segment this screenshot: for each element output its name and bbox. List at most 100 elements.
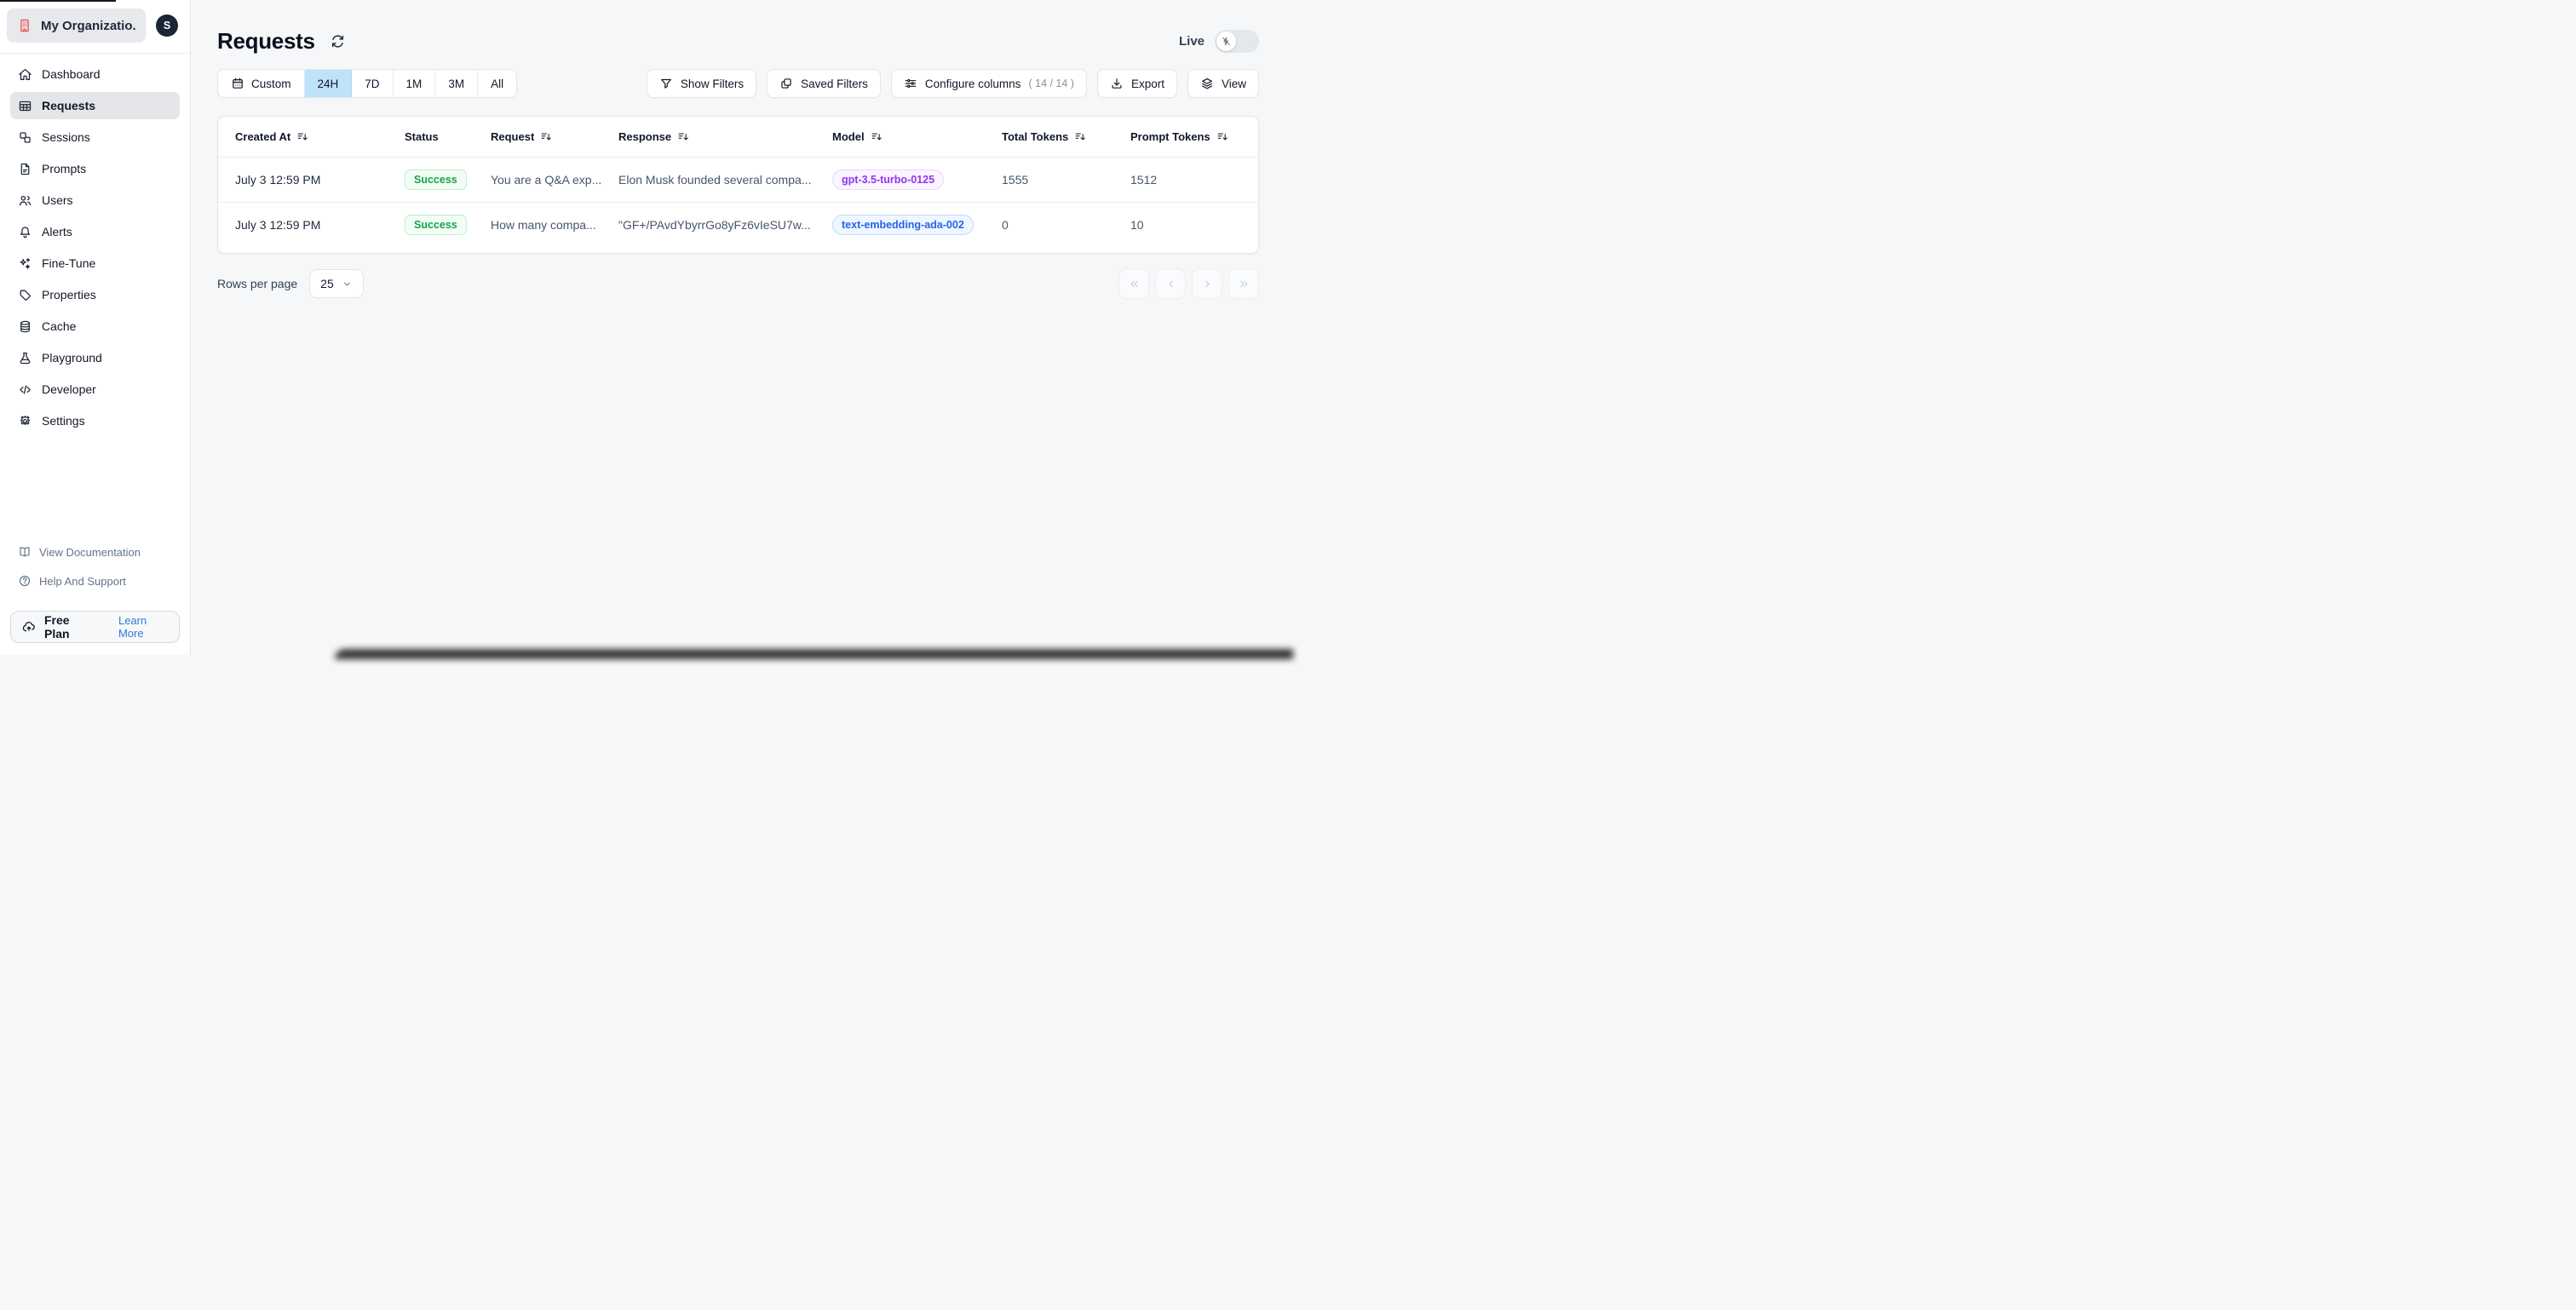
plan-card[interactable]: Free Plan Learn More [10, 611, 180, 643]
sidebar-item-prompts[interactable]: Prompts [10, 155, 180, 182]
sidebar-item-label: Dashboard [42, 67, 101, 81]
sidebar-item-sessions[interactable]: Sessions [10, 124, 180, 151]
sidebar-nav: Dashboard Requests Sessions Prompts User… [10, 60, 180, 434]
sidebar-item-playground[interactable]: Playground [10, 344, 180, 371]
time-range-label: 24H [317, 77, 339, 90]
time-range-label: 1M [405, 77, 423, 90]
building-icon [17, 18, 32, 33]
sidebar-item-label: Requests [42, 99, 96, 112]
time-range-label: Custom [251, 77, 291, 90]
sparkles-icon [18, 256, 32, 271]
view-documentation-link[interactable]: View Documentation [10, 539, 180, 565]
chevron-left-icon [1164, 278, 1177, 290]
column-header-model[interactable]: Model [832, 130, 1002, 143]
time-range-1m[interactable]: 1M [394, 70, 436, 97]
bell-icon [18, 225, 32, 239]
sidebar-item-label: Sessions [42, 130, 90, 144]
configure-columns-button[interactable]: Configure columns ( 14 / 14 ) [890, 69, 1087, 98]
column-header-request[interactable]: Request [491, 130, 618, 143]
footer-link-label: Help And Support [39, 574, 126, 588]
sidebar-item-label: Cache [42, 319, 77, 333]
rows-per-page-select[interactable]: 25 [309, 269, 364, 298]
column-header-created-at[interactable]: Created At [235, 130, 405, 143]
page-title: Requests [217, 28, 315, 54]
chevrons-right-icon [1238, 278, 1251, 290]
time-range-custom[interactable]: Custom [218, 70, 305, 97]
refresh-button[interactable] [328, 32, 348, 51]
cell-total-tokens: 0 [1002, 218, 1009, 232]
org-name: My Organizatio... [41, 18, 135, 33]
learn-more-link[interactable]: Learn More [118, 614, 169, 640]
org-row: My Organizatio... S [0, 9, 190, 54]
column-label: Total Tokens [1002, 130, 1069, 143]
requests-table: Created At Status Request Response Model [217, 116, 1259, 254]
time-range-label: 7D [365, 77, 380, 90]
cell-request: You are a Q&A exp... [491, 173, 602, 187]
column-label: Prompt Tokens [1130, 130, 1210, 143]
window-edge-artifact [0, 0, 116, 2]
saved-filters-button[interactable]: Saved Filters [767, 69, 881, 98]
live-toggle-group: Live [1179, 30, 1259, 53]
toolbar-buttons: Show Filters Saved Filters Configure col… [646, 69, 1259, 98]
title-row: Requests Live [217, 28, 1259, 55]
cell-total-tokens: 1555 [1002, 173, 1029, 187]
live-toggle[interactable] [1215, 30, 1259, 53]
column-header-response[interactable]: Response [618, 130, 832, 143]
sidebar-item-fine-tune[interactable]: Fine-Tune [10, 250, 180, 277]
column-label: Created At [235, 130, 291, 143]
book-open-icon [18, 545, 32, 559]
column-header-status[interactable]: Status [405, 130, 491, 143]
model-badge: text-embedding-ada-002 [832, 215, 974, 235]
sidebar-item-requests[interactable]: Requests [10, 92, 180, 119]
main-content: Requests Live Custom 24H 7D 1M 3M All Sh… [191, 0, 1288, 655]
cell-model: gpt-3.5-turbo-0125 [832, 169, 1002, 190]
sort-icon [871, 130, 883, 143]
sidebar-item-properties[interactable]: Properties [10, 281, 180, 308]
show-filters-button[interactable]: Show Filters [646, 69, 757, 98]
time-range-24h[interactable]: 24H [304, 70, 353, 97]
live-toggle-knob [1216, 32, 1236, 51]
sidebar-item-dashboard[interactable]: Dashboard [10, 60, 180, 88]
time-range-all[interactable]: All [478, 70, 516, 97]
sidebar-item-label: Fine-Tune [42, 256, 96, 270]
avatar[interactable]: S [156, 14, 178, 37]
cell-response: "GF+/PAvdYbyrrGo8yFz6vIeSU7w... [618, 218, 811, 232]
org-switcher[interactable]: My Organizatio... [7, 9, 146, 43]
plan-name: Free Plan [44, 613, 70, 641]
pager-buttons [1118, 268, 1259, 299]
column-header-prompt-tokens[interactable]: Prompt Tokens [1130, 130, 1251, 143]
sidebar-item-settings[interactable]: Settings [10, 407, 180, 434]
database-icon [18, 319, 32, 334]
pagination-row: Rows per page 25 [217, 268, 1259, 299]
next-page-button[interactable] [1192, 268, 1222, 299]
last-page-button[interactable] [1228, 268, 1259, 299]
cell-response: Elon Musk founded several compa... [618, 173, 812, 187]
time-range-3m[interactable]: 3M [435, 70, 479, 97]
button-label: Export [1130, 77, 1164, 90]
rows-per-page-value: 25 [320, 277, 334, 290]
column-label: Request [491, 130, 535, 143]
table-row[interactable]: July 3 12:59 PM Success You are a Q&A ex… [218, 157, 1258, 202]
table-row[interactable]: July 3 12:59 PM Success How many compa..… [218, 202, 1258, 247]
export-button[interactable]: Export [1096, 69, 1177, 98]
help-and-support-link[interactable]: Help And Support [10, 568, 180, 594]
sidebar-item-users[interactable]: Users [10, 187, 180, 214]
sidebar-item-developer[interactable]: Developer [10, 376, 180, 403]
previous-page-button[interactable] [1155, 268, 1186, 299]
sidebar-item-alerts[interactable]: Alerts [10, 218, 180, 245]
sidebar-item-label: Alerts [42, 225, 72, 238]
model-badge: gpt-3.5-turbo-0125 [832, 169, 945, 190]
bolt-slash-icon [1221, 36, 1232, 47]
time-range-7d[interactable]: 7D [352, 70, 394, 97]
sort-icon [1216, 130, 1229, 143]
cell-model: text-embedding-ada-002 [832, 215, 1002, 235]
column-label: Status [405, 130, 439, 143]
sidebar-item-cache[interactable]: Cache [10, 313, 180, 340]
first-page-button[interactable] [1118, 268, 1149, 299]
column-header-total-tokens[interactable]: Total Tokens [1002, 130, 1130, 143]
refresh-icon [330, 33, 346, 49]
cell-request: How many compa... [491, 218, 596, 232]
view-button[interactable]: View [1187, 69, 1259, 98]
cell-created-at: July 3 12:59 PM [235, 173, 321, 187]
column-label: Response [618, 130, 672, 143]
